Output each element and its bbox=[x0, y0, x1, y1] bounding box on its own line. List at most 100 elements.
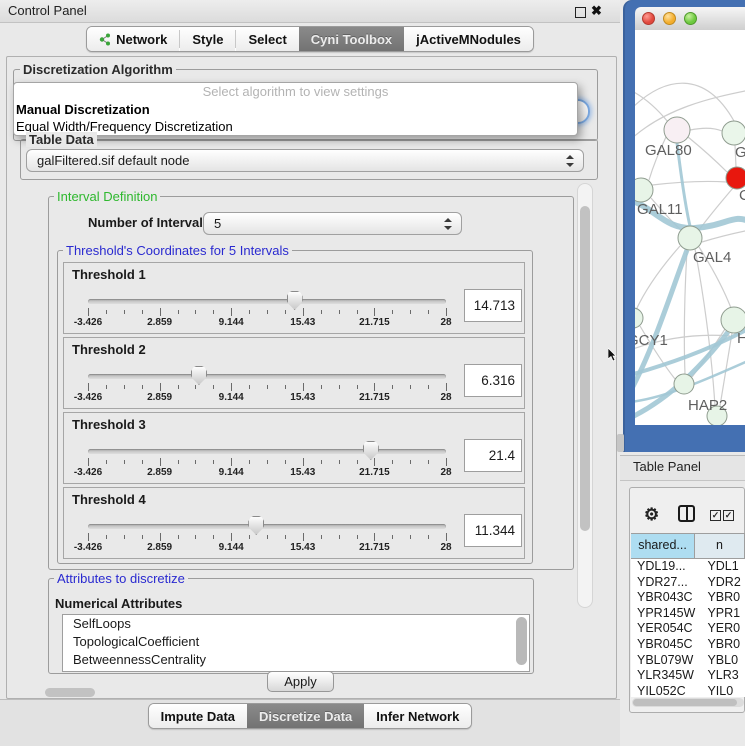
table-row[interactable]: YBR043CYBR0 bbox=[631, 590, 745, 606]
checkbox-icon[interactable]: ✓ bbox=[723, 510, 734, 521]
cell-name: YPR1 bbox=[707, 606, 745, 622]
network-edge[interactable] bbox=[690, 128, 722, 131]
tick-label: 2.859 bbox=[147, 467, 172, 478]
network-node-hap2[interactable] bbox=[674, 374, 694, 394]
threshold-value-field[interactable]: 6.316 bbox=[464, 364, 522, 397]
table-row[interactable]: YLR345WYLR3 bbox=[631, 668, 745, 684]
table-row[interactable]: YBL079WYBL0 bbox=[631, 653, 745, 669]
tick-mark bbox=[142, 385, 143, 389]
network-canvas[interactable]: GAL80GAGAL11CGAL4GCY1HHAP2 bbox=[635, 30, 745, 425]
apply-button[interactable]: Apply bbox=[267, 671, 334, 692]
tick-mark bbox=[446, 383, 447, 391]
tick-mark bbox=[410, 535, 411, 539]
tick-mark bbox=[88, 308, 89, 316]
tick-mark bbox=[357, 385, 358, 389]
thresholds-group-label: Threshold's Coordinates for 5 Intervals bbox=[63, 243, 292, 258]
column-header-shared-name[interactable]: shared... bbox=[631, 534, 695, 558]
network-edge[interactable] bbox=[688, 137, 727, 172]
network-node-gal11[interactable] bbox=[635, 178, 653, 202]
table-row[interactable]: YBR045CYBR0 bbox=[631, 637, 745, 653]
tick-mark bbox=[249, 460, 250, 464]
tab-network-label: Network bbox=[116, 32, 167, 47]
zoom-traffic-light[interactable] bbox=[684, 12, 697, 25]
discretization-algorithm-label: Discretization Algorithm bbox=[20, 62, 176, 77]
columns-icon[interactable] bbox=[678, 505, 695, 522]
tab-select[interactable]: Select bbox=[236, 27, 298, 51]
network-edge[interactable] bbox=[635, 83, 734, 121]
network-edge[interactable] bbox=[702, 230, 745, 242]
network-edge[interactable] bbox=[636, 246, 680, 310]
tick-mark bbox=[267, 385, 268, 389]
tick-mark bbox=[124, 460, 125, 464]
content-vertical-scrollbar[interactable] bbox=[577, 183, 593, 608]
tab-cyni-toolbox[interactable]: Cyni Toolbox bbox=[299, 27, 404, 51]
network-node-c[interactable] bbox=[726, 167, 745, 189]
spinner-icon bbox=[566, 155, 574, 167]
tick-mark bbox=[357, 460, 358, 464]
slider-track[interactable] bbox=[88, 299, 446, 304]
minimize-traffic-light[interactable] bbox=[663, 12, 676, 25]
node-label: C bbox=[739, 187, 745, 204]
slider-ticks bbox=[88, 533, 446, 541]
list-item[interactable]: TopologicalCoefficient bbox=[63, 633, 529, 651]
table-row[interactable]: YDR27...YDR2 bbox=[631, 575, 745, 591]
tick-mark bbox=[285, 385, 286, 389]
list-item[interactable]: BetweennessCentrality bbox=[63, 651, 529, 669]
gear-icon[interactable]: ⚙ bbox=[644, 505, 659, 525]
panel-divider-handle[interactable] bbox=[617, 434, 624, 452]
threshold-value-field[interactable]: 14.713 bbox=[464, 289, 522, 322]
tick-mark bbox=[285, 535, 286, 539]
tick-label: 9.144 bbox=[219, 542, 244, 553]
network-node-gal4[interactable] bbox=[678, 226, 702, 250]
tab-discretize-data[interactable]: Discretize Data bbox=[247, 704, 364, 728]
screen: Control Panel ✖ Network Style Select Cyn… bbox=[0, 0, 745, 745]
close-traffic-light[interactable] bbox=[642, 12, 655, 25]
threshold-value-field[interactable]: 21.4 bbox=[464, 439, 522, 472]
checkbox-icon[interactable]: ✓ bbox=[710, 510, 721, 521]
tick-mark bbox=[303, 383, 304, 391]
tick-mark bbox=[249, 310, 250, 314]
table-row[interactable]: YDL19...YDL1 bbox=[631, 559, 745, 575]
slider-track[interactable] bbox=[88, 449, 446, 454]
node-label: GAL11 bbox=[637, 201, 683, 218]
tick-mark bbox=[428, 310, 429, 314]
tick-mark bbox=[303, 533, 304, 541]
popup-option-equal-width[interactable]: Equal Width/Frequency Discretization bbox=[14, 118, 577, 135]
tick-label: 21.715 bbox=[359, 392, 390, 403]
column-header-name[interactable]: n bbox=[695, 534, 745, 558]
list-item[interactable]: SelfLoops bbox=[63, 615, 529, 633]
network-edge[interactable] bbox=[652, 181, 727, 185]
tick-mark bbox=[392, 460, 393, 464]
tab-impute-data[interactable]: Impute Data bbox=[149, 704, 247, 728]
threshold-value-field[interactable]: 11.344 bbox=[464, 514, 522, 547]
tick-mark bbox=[195, 460, 196, 464]
network-node-ga[interactable] bbox=[722, 121, 745, 145]
tab-infer-network[interactable]: Infer Network bbox=[364, 704, 471, 728]
network-node-gcy1[interactable] bbox=[635, 308, 643, 328]
table-data-combobox[interactable]: galFiltered.sif default node bbox=[26, 149, 584, 172]
number-of-intervals-combobox[interactable]: 5 bbox=[203, 212, 462, 235]
slider-track[interactable] bbox=[88, 374, 446, 379]
table-row[interactable]: YIL052CYIL0 bbox=[631, 684, 745, 697]
scrollbar-thumb[interactable] bbox=[580, 206, 590, 531]
tick-mark bbox=[142, 310, 143, 314]
scrollbar-thumb[interactable] bbox=[633, 699, 737, 706]
network-window-titlebar[interactable] bbox=[635, 7, 745, 31]
popup-option-manual[interactable]: Manual Discretization bbox=[14, 101, 577, 118]
content-horizontal-scrollbar-thumb[interactable] bbox=[45, 688, 95, 697]
table-horizontal-scrollbar[interactable] bbox=[632, 698, 744, 707]
table-row[interactable]: YER054CYER0 bbox=[631, 621, 745, 637]
list-scrollbar-thumb[interactable] bbox=[516, 617, 527, 665]
network-node-gal80[interactable] bbox=[664, 117, 690, 143]
tab-style[interactable]: Style bbox=[180, 27, 235, 51]
table-row[interactable]: YPR145WYPR1 bbox=[631, 606, 745, 622]
tab-jactivemnodules[interactable]: jActiveMNodules bbox=[404, 27, 533, 51]
close-icon[interactable]: ✖ bbox=[591, 3, 602, 19]
tick-mark bbox=[231, 308, 232, 316]
tick-mark bbox=[446, 308, 447, 316]
cell-name: YDL1 bbox=[707, 559, 745, 575]
tick-label: 15.43 bbox=[290, 317, 315, 328]
float-window-icon[interactable] bbox=[575, 7, 586, 18]
tab-network[interactable]: Network bbox=[87, 27, 179, 51]
slider-track[interactable] bbox=[88, 524, 446, 529]
